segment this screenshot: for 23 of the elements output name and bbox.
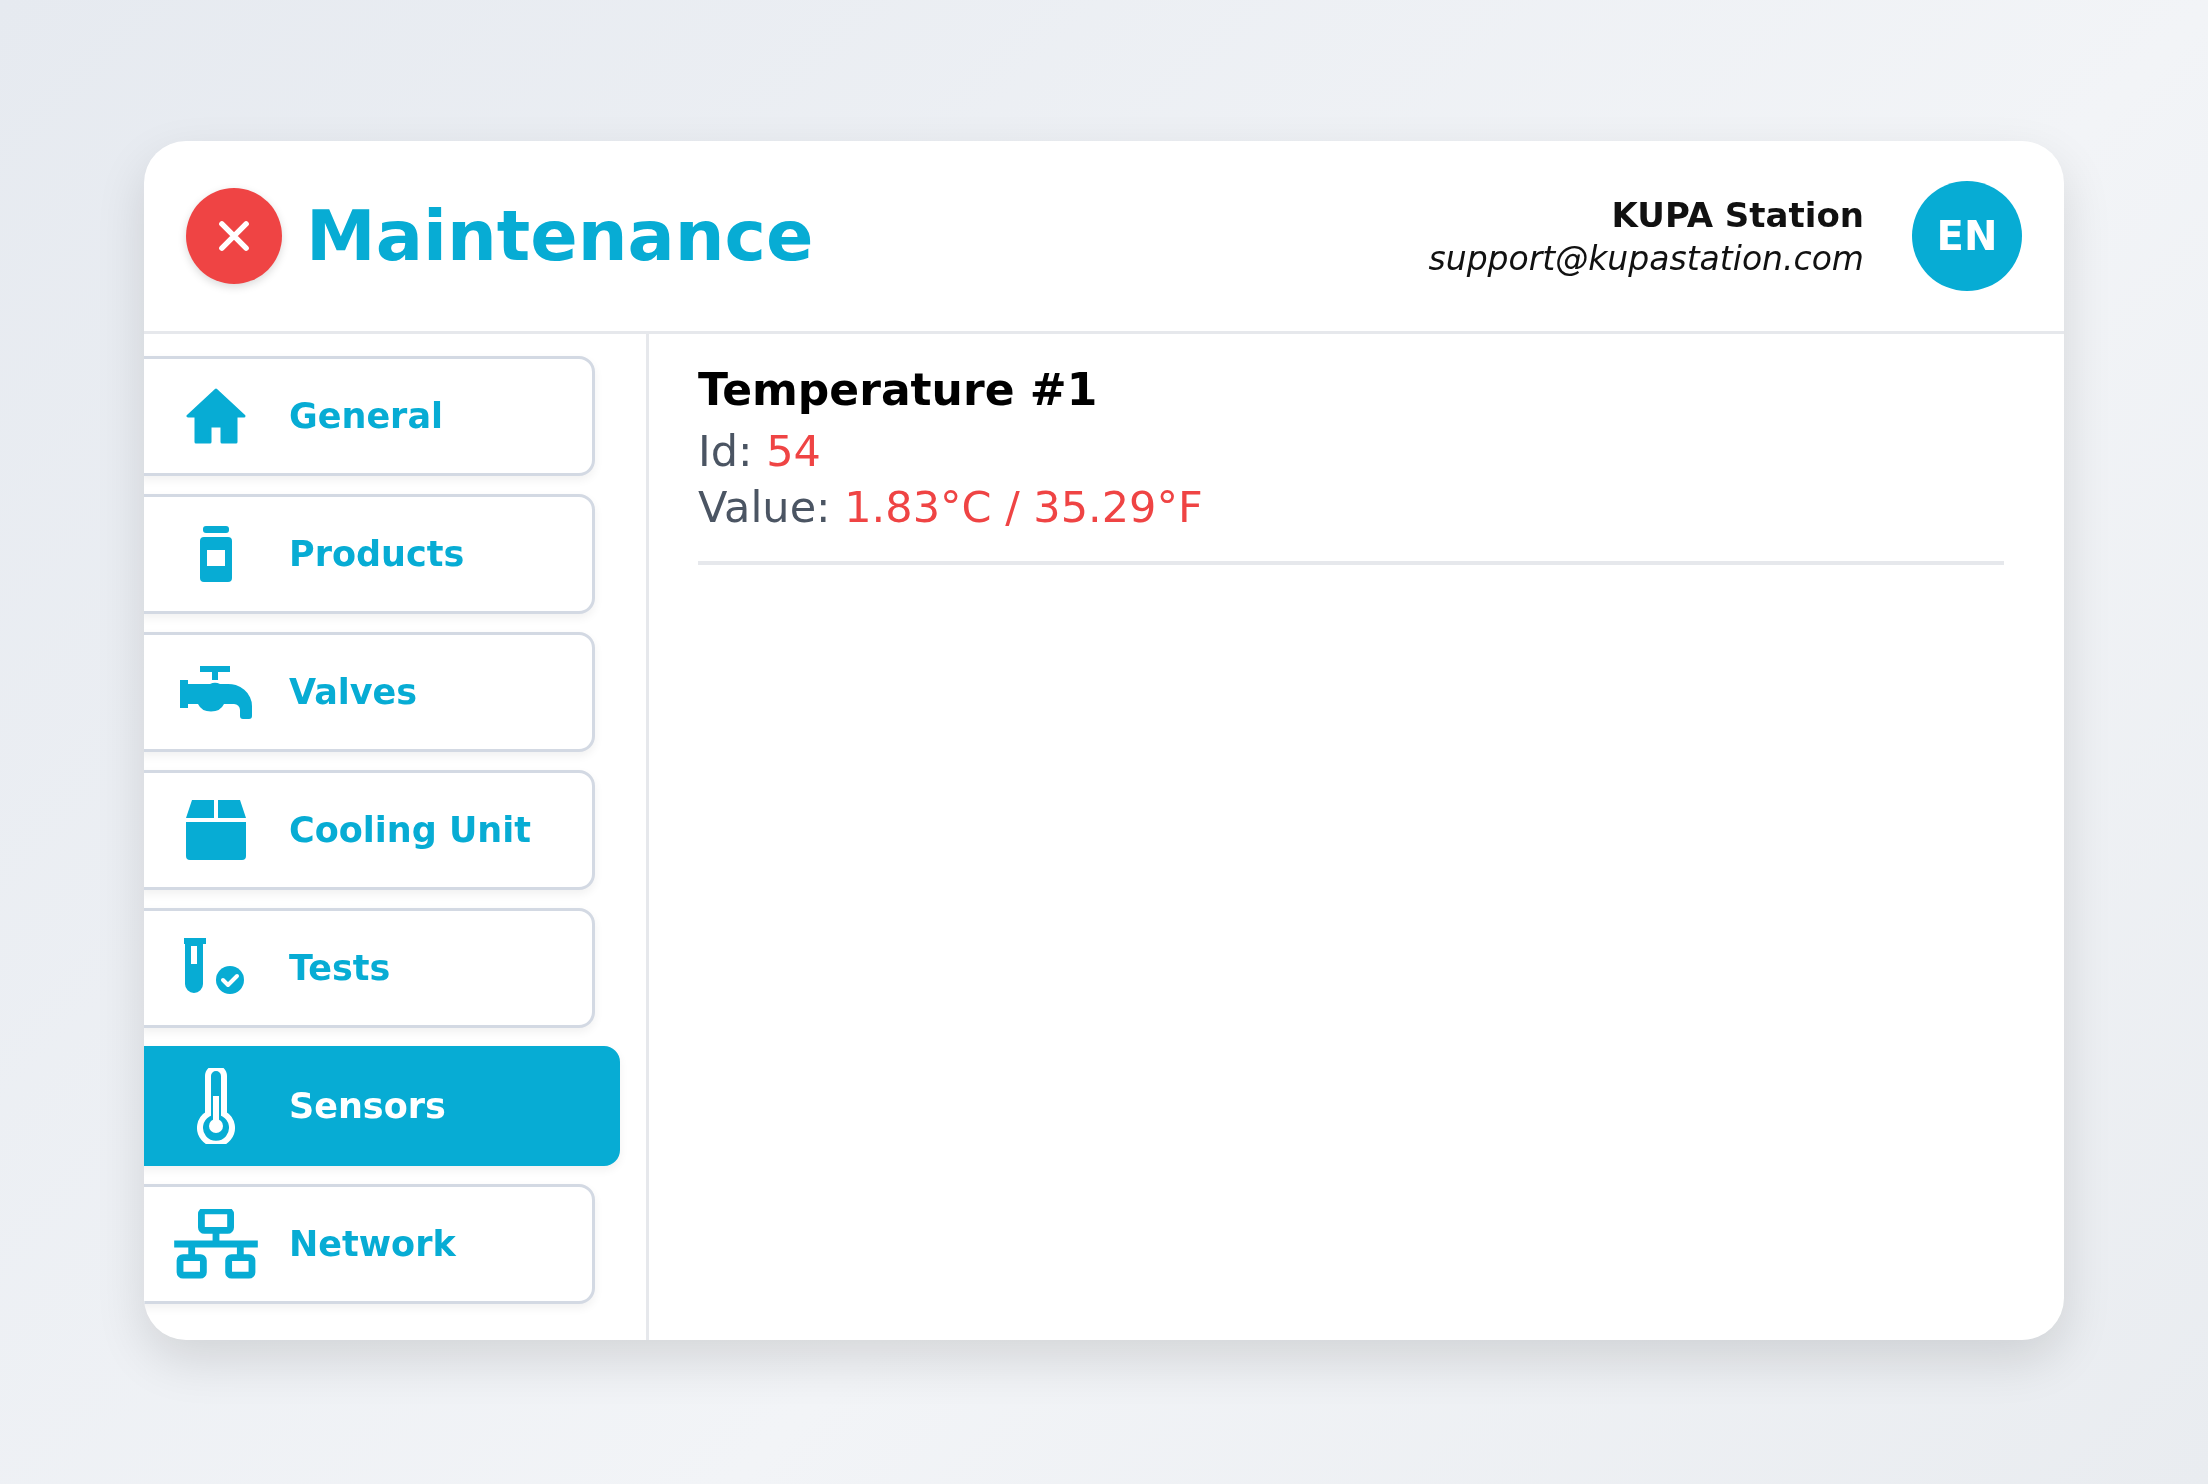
sidebar-item[interactable]: Cooling Unit (144, 770, 595, 890)
support-email: support@kupastation.com (1428, 238, 1864, 278)
field-value: 54 (766, 426, 821, 476)
close-button[interactable] (186, 188, 282, 284)
house-icon (186, 388, 246, 444)
sidebar-item[interactable]: General (144, 356, 595, 476)
faucet-icon (178, 664, 254, 720)
network-icon (172, 1209, 260, 1279)
field-label: Id: (698, 426, 753, 476)
sidebar-item[interactable]: Sensors (144, 1046, 620, 1166)
jar-icon (198, 526, 234, 582)
language-button[interactable]: EN (1912, 181, 2022, 291)
sidebar-item[interactable]: Network (144, 1184, 595, 1304)
page-title: Maintenance (306, 195, 814, 277)
thermometer-icon (196, 1068, 236, 1144)
box-icon (184, 800, 248, 860)
field-value: 1.83°C / 35.29°F (844, 482, 1203, 532)
sensor-title: Temperature #1 (698, 364, 1099, 415)
station-name: KUPA Station (1611, 194, 1864, 235)
sidebar-item[interactable]: Valves (144, 632, 595, 752)
field-label: Value: (698, 482, 831, 532)
sidebar-item[interactable]: Products (144, 494, 595, 614)
sidebar-item[interactable]: Tests (144, 908, 595, 1028)
